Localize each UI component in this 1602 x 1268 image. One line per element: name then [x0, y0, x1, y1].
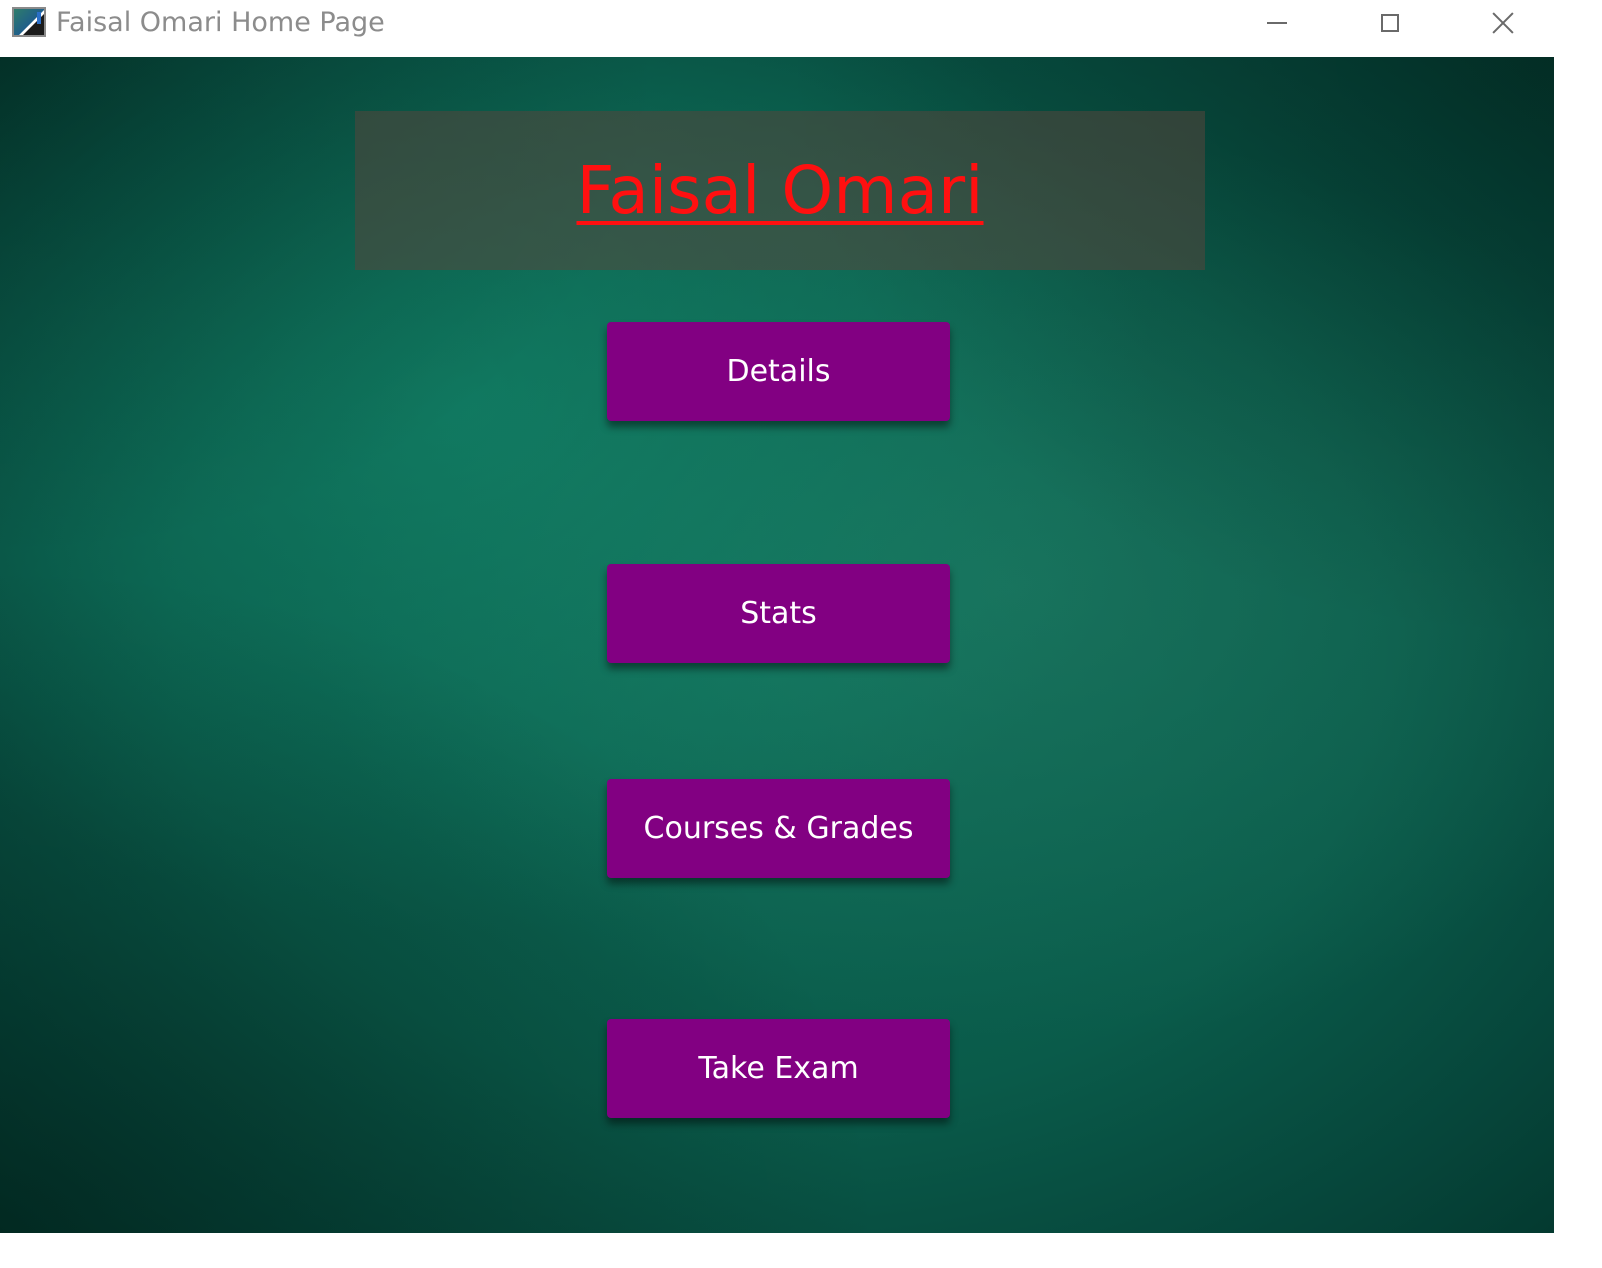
window-right-edge — [1554, 57, 1602, 1233]
minimize-icon — [1267, 22, 1287, 24]
app-window-icon[interactable] — [12, 7, 46, 37]
app-window: Faisal Omari Home Page Faisal Omari Deta… — [0, 0, 1602, 1268]
title-bar[interactable]: Faisal Omari Home Page — [0, 0, 1602, 57]
maximize-icon — [1381, 14, 1399, 32]
close-icon — [1492, 12, 1514, 34]
home-page-content: Faisal Omari Details Stats Courses & Gra… — [0, 57, 1554, 1233]
maximize-button[interactable] — [1333, 0, 1447, 46]
desktop-strip — [0, 1233, 1602, 1268]
courses-grades-button[interactable]: Courses & Grades — [607, 779, 950, 878]
take-exam-button[interactable]: Take Exam — [607, 1019, 950, 1118]
window-title: Faisal Omari Home Page — [56, 7, 385, 38]
page-title: Faisal Omari — [576, 152, 984, 229]
stats-button[interactable]: Stats — [607, 564, 950, 663]
header-panel: Faisal Omari — [355, 111, 1205, 270]
close-button[interactable] — [1446, 0, 1560, 46]
minimize-button[interactable] — [1220, 0, 1334, 46]
details-button[interactable]: Details — [607, 322, 950, 421]
